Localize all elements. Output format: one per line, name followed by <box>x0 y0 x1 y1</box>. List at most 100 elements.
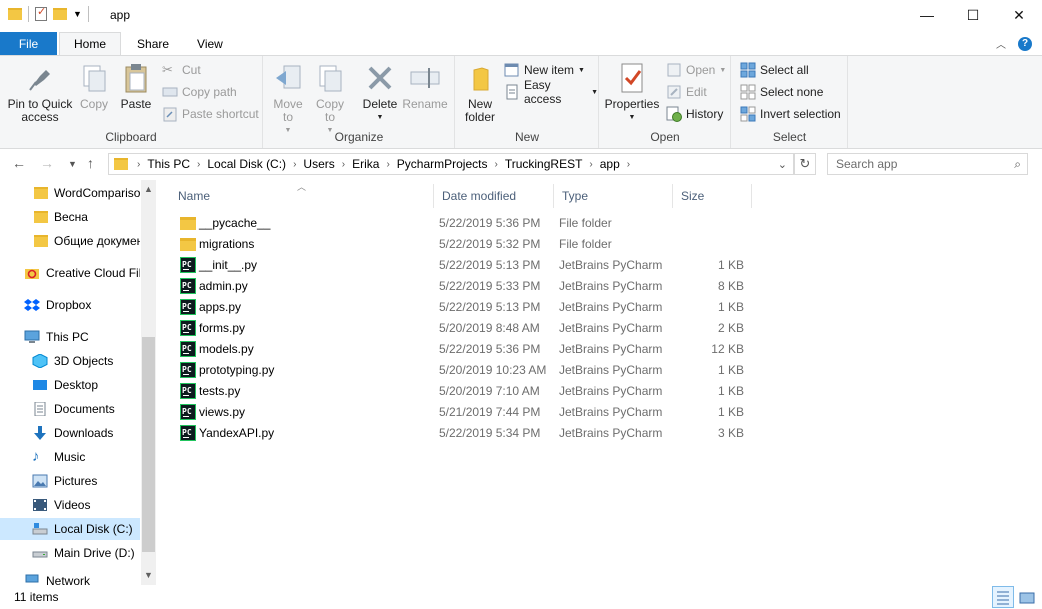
file-row[interactable]: PC YandexAPI.py 5/22/2019 5:34 PM JetBrains… <box>170 423 755 444</box>
nav-item-shared-documents[interactable]: Общие документы <box>0 230 140 252</box>
copy-button[interactable]: Copy <box>76 60 112 111</box>
breadcrumb-local-disk[interactable]: Local Disk (C:) <box>203 157 290 171</box>
chevron-down-icon[interactable]: ⌄ <box>778 158 787 171</box>
breadcrumb-this-pc[interactable]: This PC <box>143 157 194 171</box>
chevron-right-icon[interactable]: › <box>339 159 348 170</box>
nav-item-downloads[interactable]: Downloads <box>0 422 140 444</box>
nav-item-creative-cloud[interactable]: Creative Cloud Files <box>0 262 140 284</box>
collapse-ribbon-icon[interactable]: ︿ <box>996 36 1006 51</box>
copy-path-button[interactable]: Copy path <box>162 82 237 102</box>
nav-item-this-pc[interactable]: This PC <box>0 326 140 348</box>
nav-scrollbar[interactable]: ▲ ▼ <box>141 180 156 585</box>
pin-icon <box>24 62 56 94</box>
edit-button[interactable]: Edit <box>666 82 707 102</box>
chevron-right-icon[interactable]: › <box>383 159 392 170</box>
help-icon[interactable]: ? <box>1018 36 1032 51</box>
chevron-right-icon[interactable]: › <box>586 159 595 170</box>
refresh-button[interactable]: ↻ <box>794 153 816 175</box>
paste-button[interactable]: Paste <box>116 60 156 111</box>
properties-icon[interactable] <box>35 5 47 21</box>
file-row[interactable]: __pycache__ 5/22/2019 5:36 PM File folder <box>170 213 755 234</box>
chevron-right-icon[interactable]: › <box>194 159 203 170</box>
copy-to-button[interactable]: Copy to ▼ <box>312 60 348 137</box>
breadcrumb-pycharmprojects[interactable]: PycharmProjects <box>393 157 492 171</box>
chevron-right-icon[interactable]: › <box>134 159 143 170</box>
sort-ascending-icon: ︿ <box>297 182 307 192</box>
file-row[interactable]: PC prototyping.py 5/20/2019 10:23 AM JetBra… <box>170 360 755 381</box>
column-header-type[interactable]: Type <box>554 184 673 208</box>
nav-item-music[interactable]: ♪ Music <box>0 446 140 468</box>
folder-icon <box>114 158 128 170</box>
open-button[interactable]: Open ▼ <box>666 60 726 80</box>
nav-item-vesna[interactable]: Весна <box>0 206 140 228</box>
easy-access-button[interactable]: Easy access ▼ <box>504 78 598 106</box>
breadcrumb-users[interactable]: Users <box>299 157 338 171</box>
file-row[interactable]: PC forms.py 5/20/2019 8:48 AM JetBrains PyC… <box>170 318 755 339</box>
nav-item-pictures[interactable]: Pictures <box>0 470 140 492</box>
paste-shortcut-button[interactable]: Paste shortcut <box>162 104 259 124</box>
maximize-button[interactable]: ☐ <box>950 0 996 30</box>
new-item-button[interactable]: New item ▼ <box>504 60 585 80</box>
nav-item-3d-objects[interactable]: 3D Objects <box>0 350 140 372</box>
nav-item-desktop[interactable]: Desktop <box>0 374 140 396</box>
move-to-button[interactable]: Move to ▼ <box>270 60 306 137</box>
nav-item-network[interactable]: Network <box>0 574 140 585</box>
column-header-size[interactable]: Size <box>673 184 752 208</box>
invert-selection-button[interactable]: Invert selection <box>740 104 841 124</box>
tab-view[interactable]: View <box>185 32 235 55</box>
file-row[interactable]: migrations 5/22/2019 5:32 PM File folder <box>170 234 755 255</box>
back-arrow-icon[interactable]: ← <box>12 155 26 171</box>
tab-file[interactable]: File <box>0 32 57 55</box>
search-box[interactable]: ⌕ <box>827 153 1028 175</box>
file-row[interactable]: PC models.py 5/22/2019 5:36 PM JetBrains Py… <box>170 339 755 360</box>
up-arrow-icon[interactable]: ↑ <box>87 155 94 171</box>
minimize-button[interactable]: — <box>904 0 950 30</box>
nav-item-wordcomparison[interactable]: WordComparison <box>0 182 140 204</box>
recent-locations-icon[interactable]: ▼ <box>68 159 77 169</box>
search-input[interactable] <box>836 157 1006 171</box>
address-bar[interactable]: › This PC › Local Disk (C:) › Users › Er… <box>108 153 794 175</box>
nav-item-label: Documents <box>54 402 115 416</box>
file-type: JetBrains PyCharm <box>559 342 663 356</box>
nav-item-documents[interactable]: Documents <box>0 398 140 420</box>
invert-selection-icon <box>740 106 756 122</box>
nav-item-dropbox[interactable]: Dropbox <box>0 294 140 316</box>
delete-button[interactable]: Delete ▼ <box>362 60 398 124</box>
file-row[interactable]: PC admin.py 5/22/2019 5:33 PM JetBrains PyC… <box>170 276 755 297</box>
select-none-button[interactable]: Select none <box>740 82 823 102</box>
history-button[interactable]: History <box>666 104 723 124</box>
new-folder-button[interactable]: New folder <box>460 60 500 124</box>
nav-item-local-disk[interactable]: Local Disk (C:) <box>0 518 140 540</box>
forward-arrow-icon[interactable]: → <box>40 155 54 171</box>
nav-item-videos[interactable]: Videos <box>0 494 140 516</box>
breadcrumb-truckingrest[interactable]: TruckingREST <box>501 157 587 171</box>
tab-home[interactable]: Home <box>59 32 122 55</box>
file-row[interactable]: PC apps.py 5/22/2019 5:13 PM JetBrains PyCh… <box>170 297 755 318</box>
cut-button[interactable]: ✂ Cut <box>162 60 201 80</box>
column-header-name[interactable]: Name ︿ <box>170 182 434 208</box>
scroll-up-arrow-icon[interactable]: ▲ <box>144 184 153 194</box>
large-icons-view-button[interactable] <box>1016 586 1038 608</box>
scroll-down-arrow-icon[interactable]: ▼ <box>144 570 153 580</box>
chevron-right-icon[interactable]: › <box>290 159 299 170</box>
new-folder-icon[interactable] <box>53 8 67 20</box>
file-row[interactable]: PC views.py 5/21/2019 7:44 PM JetBrains PyC… <box>170 402 755 423</box>
column-header-date[interactable]: Date modified <box>434 184 554 208</box>
tab-share[interactable]: Share <box>121 32 185 55</box>
rename-button[interactable]: Rename <box>402 60 448 111</box>
breadcrumb-app[interactable]: app <box>596 157 624 171</box>
chevron-right-icon[interactable]: › <box>491 159 500 170</box>
pin-to-quick-access-button[interactable]: Pin to Quick access <box>6 60 74 124</box>
select-all-button[interactable]: Select all <box>740 60 809 80</box>
customize-toolbar-icon[interactable]: ▼ <box>73 9 82 19</box>
file-row[interactable]: PC tests.py 5/20/2019 7:10 AM JetBrains PyC… <box>170 381 755 402</box>
properties-button[interactable]: Properties ▼ <box>604 60 660 124</box>
close-button[interactable]: ✕ <box>996 0 1042 30</box>
chevron-right-icon[interactable]: › <box>624 159 633 170</box>
nav-item-main-drive[interactable]: Main Drive (D:) <box>0 542 140 564</box>
search-icon[interactable]: ⌕ <box>1014 157 1021 172</box>
file-row[interactable]: PC __init__.py 5/22/2019 5:13 PM JetBrains … <box>170 255 755 276</box>
scroll-thumb[interactable] <box>142 337 155 552</box>
details-view-button[interactable] <box>992 586 1014 608</box>
breadcrumb-erika[interactable]: Erika <box>348 157 383 171</box>
